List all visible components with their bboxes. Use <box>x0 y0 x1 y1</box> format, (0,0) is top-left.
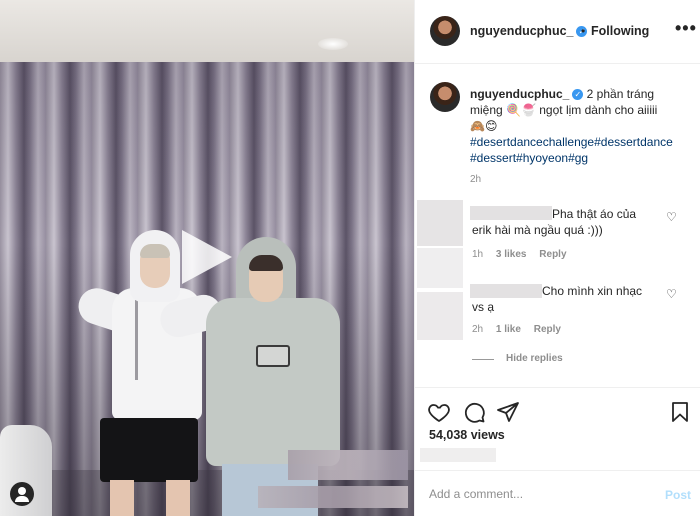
hide-replies-button[interactable]: Hide replies <box>506 353 563 364</box>
heart-icon[interactable] <box>427 400 451 424</box>
person-right-hoodie <box>206 298 340 466</box>
ceiling <box>0 0 414 62</box>
play-icon[interactable] <box>182 230 232 284</box>
comment-meta: 2h 1 like Reply <box>472 324 571 335</box>
separator-dot: • <box>581 24 586 38</box>
view-count[interactable]: 54,038 views <box>429 428 505 442</box>
post-actions: 54,038 views <box>415 387 700 477</box>
comment-like-heart-icon[interactable]: ♡ <box>666 210 677 224</box>
blurred-avatar <box>417 248 463 288</box>
blurred-watermark <box>288 450 408 480</box>
comment-text: vs ạ <box>472 300 495 314</box>
post-header: nguyenducphuc_ ✓ • Following ••• <box>415 0 700 64</box>
verified-badge-icon: ✓ <box>572 89 584 101</box>
caption-username[interactable]: nguyenducphuc_ <box>470 87 569 101</box>
hoodie-string <box>135 300 138 380</box>
post-side-panel: nguyenducphuc_ ✓ • Following ••• nguyendu… <box>414 0 700 516</box>
comment-text: erik hài mà ngầu quá :))) <box>472 223 603 237</box>
post-comment-button[interactable]: Post <box>665 488 691 502</box>
comment-time: 1h <box>472 249 484 260</box>
person-right-hair <box>249 255 283 271</box>
post-video[interactable] <box>0 0 414 516</box>
cassette-print <box>256 345 290 367</box>
following-button[interactable]: Following <box>591 24 649 38</box>
blurred-username <box>470 284 542 298</box>
comment-icon[interactable] <box>462 400 486 424</box>
avatar[interactable] <box>430 16 460 46</box>
paper-plane-icon[interactable] <box>496 400 520 424</box>
reply-button[interactable]: Reply <box>539 249 566 260</box>
caption-timestamp: 2h <box>470 174 482 185</box>
person-left-shorts <box>100 418 198 482</box>
person-left-hair <box>140 244 170 258</box>
caption-emoji: 🙈😊 <box>470 119 498 133</box>
username-text[interactable]: nguyenducphuc_ <box>470 24 573 38</box>
comment-likes-link[interactable]: 3 likes <box>496 249 527 260</box>
post-caption: nguyenducphuc_ ✓ 2 phần tráng miệng 🍭🍧 ng… <box>470 86 690 166</box>
blurred-timestamp <box>420 448 496 462</box>
comment-likes-link[interactable]: 1 like <box>496 324 521 335</box>
hashtag-link[interactable]: #dessert#hyoyeon#gg <box>470 151 588 165</box>
comment-like-heart-icon[interactable]: ♡ <box>666 287 677 301</box>
avatar[interactable] <box>430 82 460 112</box>
blurred-username <box>470 206 552 220</box>
user-tag-icon[interactable] <box>10 482 34 506</box>
add-comment-bar: Post <box>415 470 700 516</box>
comment-text: Cho mình xin nhạc <box>542 284 643 298</box>
comment-time: 2h <box>472 324 484 335</box>
reply-button[interactable]: Reply <box>534 324 561 335</box>
person-left-leg <box>110 480 134 516</box>
blurred-watermark <box>258 486 408 508</box>
hashtag-link[interactable]: #desertdancechallenge#dessertdance <box>470 135 673 149</box>
caption-emoji: 🍭🍧 <box>506 103 536 117</box>
comment-input[interactable] <box>429 487 649 501</box>
comment-text: Pha thật áo của <box>552 207 637 221</box>
more-options-icon[interactable]: ••• <box>675 18 697 39</box>
divider <box>472 359 494 360</box>
caption-text: ngọt lịm dành cho aiiiii <box>535 103 658 117</box>
ceiling-light <box>318 38 348 50</box>
comment-meta: 1h 3 likes Reply <box>472 249 577 260</box>
person-left-leg <box>166 480 190 516</box>
blurred-avatar <box>417 292 463 340</box>
blurred-avatar <box>417 200 463 246</box>
username-link[interactable]: nguyenducphuc_ ✓ <box>470 24 588 38</box>
bookmark-icon[interactable] <box>668 400 692 424</box>
